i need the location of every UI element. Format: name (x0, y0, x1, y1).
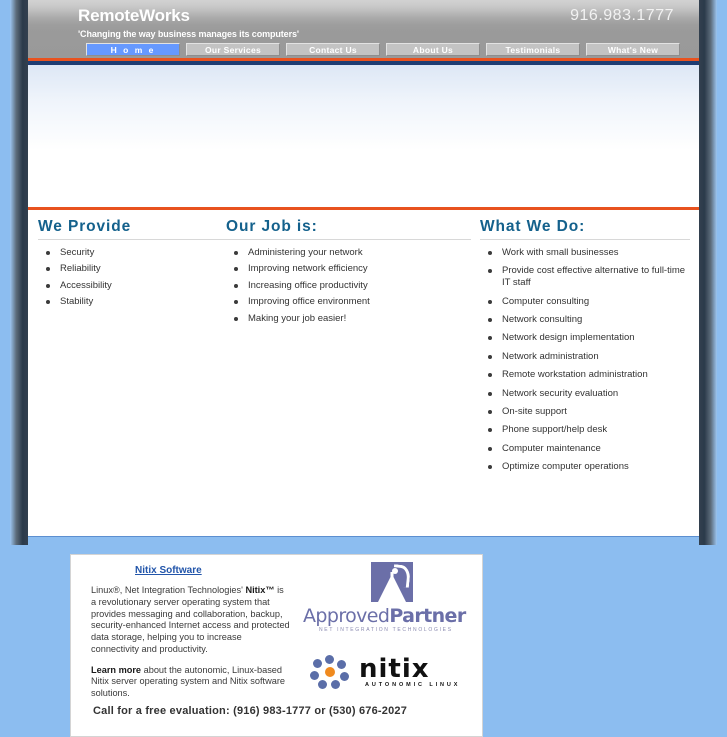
nav-item-home[interactable]: H o m e (86, 43, 180, 56)
column-title-underline (226, 239, 471, 240)
content-column: RemoteWorks 916.983.1777 'Changing the w… (28, 0, 699, 737)
right-bevel-border (699, 0, 717, 545)
nitix-paragraph-2: Learn more about the autonomic, Linux-ba… (91, 665, 291, 700)
list-item: Administering your network (226, 247, 471, 259)
list-item: Network administration (480, 351, 690, 363)
list-item: On-site support (480, 406, 690, 418)
list-item: Optimize computer operations (480, 461, 690, 473)
net-integration-emblem-icon (371, 562, 413, 602)
column-title-what-we-do: What We Do: (480, 218, 586, 235)
list-item: Making your job easier! (226, 313, 471, 325)
approved-word: Approved (303, 605, 390, 627)
nitix-software-link[interactable]: Nitix Software (135, 565, 202, 576)
nav-item-our-services[interactable]: Our Services (186, 43, 280, 56)
nitix-promo-box: Nitix Software Linux®, Net Integration T… (70, 554, 483, 737)
nitix-paragraph-1: Linux®, Net Integration Technologies' Ni… (91, 585, 291, 656)
list-item: Network consulting (480, 314, 690, 326)
column-title-we-provide: We Provide (38, 218, 132, 235)
site-brand-title: RemoteWorks (78, 6, 190, 25)
footer-band (28, 536, 699, 545)
main-navigation: H o m e Our Services Contact Us About Us… (86, 43, 680, 56)
page-frame: RemoteWorks 916.983.1777 'Changing the w… (0, 0, 727, 737)
list-item: Increasing office productivity (226, 280, 471, 292)
column-title-underline (38, 239, 233, 240)
nav-item-contact-us[interactable]: Contact Us (286, 43, 380, 56)
our-job-is-list: Administering your network Improving net… (226, 247, 471, 324)
nitix-p1-pre: Linux®, Net Integration Technologies' (91, 585, 246, 595)
nitix-tagline: AUTONOMIC LINUX (365, 682, 461, 688)
we-provide-list: Security Reliability Accessibility Stabi… (38, 247, 233, 308)
nitix-wordmark: nitix (359, 654, 430, 684)
column-title-underline (480, 239, 690, 240)
nitix-description: Linux®, Net Integration Technologies' Ni… (91, 585, 291, 700)
column-what-we-do: What We Do: Work with small businesses P… (480, 218, 690, 479)
nitix-dots-icon (309, 655, 353, 689)
list-item: Network design implementation (480, 332, 690, 344)
list-item: Improving office environment (226, 296, 471, 308)
partner-word: Partner (389, 605, 466, 627)
column-title-our-job-is: Our Job is: (226, 218, 318, 235)
list-item: Computer maintenance (480, 443, 690, 455)
banner-area (28, 65, 699, 207)
list-item: Accessibility (38, 280, 233, 292)
list-item: Security (38, 247, 233, 259)
header-phone-number: 916.983.1777 (570, 7, 674, 24)
approved-partner-wordmark: ApprovedPartner (303, 605, 485, 627)
list-item: Work with small businesses (480, 247, 690, 259)
column-we-provide: We Provide Security Reliability Accessib… (38, 218, 233, 313)
list-item: Reliability (38, 263, 233, 275)
what-we-do-list: Work with small businesses Provide cost … (480, 247, 690, 473)
nav-item-testimonials[interactable]: Testimonials (486, 43, 580, 56)
list-item: Phone support/help desk (480, 424, 690, 436)
left-bevel-border (10, 0, 28, 545)
feature-columns: We Provide Security Reliability Accessib… (28, 210, 699, 737)
list-item: Improving network efficiency (226, 263, 471, 275)
learn-more-text: Learn more (91, 664, 142, 675)
nitix-trademark: Nitix™ (245, 585, 275, 595)
nav-item-about-us[interactable]: About Us (386, 43, 480, 56)
nav-item-whats-new[interactable]: What's New (586, 43, 680, 56)
nitix-logo: nitix AUTONOMIC LINUX (309, 653, 489, 695)
list-item: Stability (38, 296, 233, 308)
list-item: Computer consulting (480, 296, 690, 308)
list-item: Provide cost effective alternative to fu… (480, 265, 690, 289)
column-our-job-is: Our Job is: Administering your network I… (226, 218, 471, 329)
approved-partner-subtitle: NET INTEGRATION TECHNOLOGIES (319, 627, 453, 633)
list-item: Network security evaluation (480, 388, 690, 400)
site-header: RemoteWorks 916.983.1777 'Changing the w… (28, 0, 699, 58)
call-for-evaluation-text: Call for a free evaluation: (916) 983-17… (93, 705, 408, 717)
nitix-p1-post: is a revolutionary server operating syst… (91, 585, 290, 654)
list-item: Remote workstation administration (480, 369, 690, 381)
site-tagline: 'Changing the way business manages its c… (78, 29, 299, 39)
